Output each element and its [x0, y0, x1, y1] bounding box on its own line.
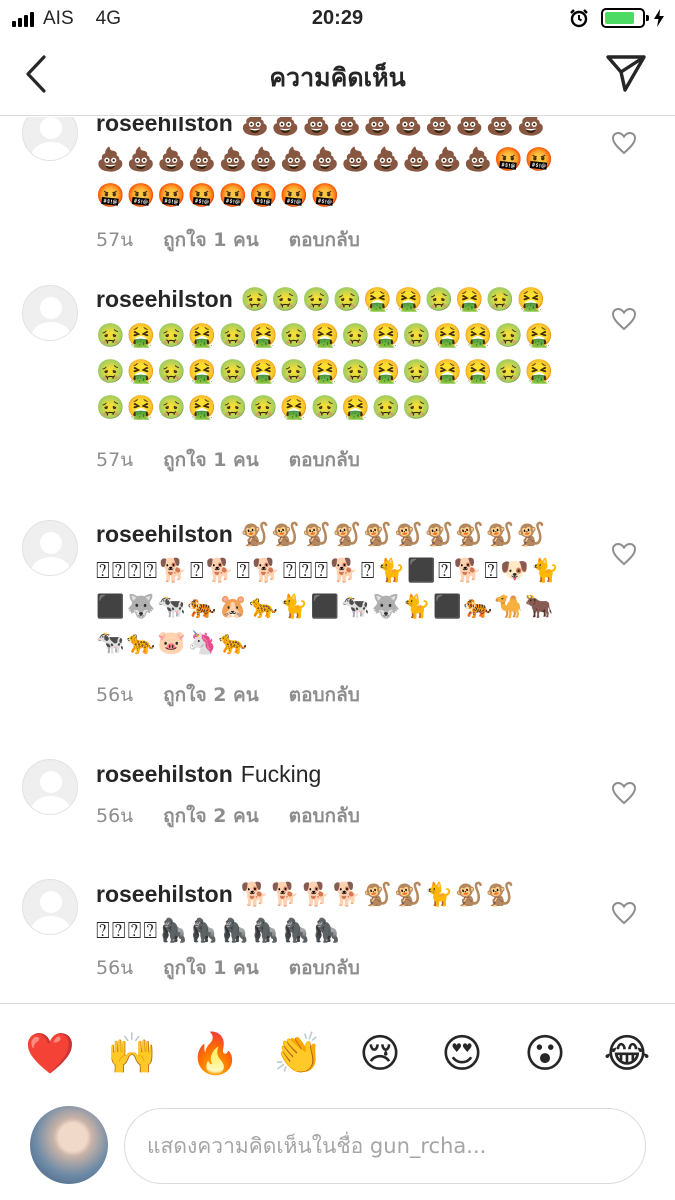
- tears-of-joy-emoji-button[interactable]: 😂: [603, 1030, 651, 1078]
- charging-icon: [654, 9, 664, 27]
- comment-meta: 57น ถูกใจ 1 คน ตอบกลับ: [96, 225, 390, 255]
- status-bar: AIS 4G 20:29: [0, 0, 675, 36]
- comment-item: roseehilston 💩💩💩💩💩💩💩💩💩💩💩💩💩💩💩💩💩💩💩💩💩💩💩🤬🤬🤬🤬🤬…: [0, 117, 675, 255]
- emoji-quick-bar: ❤️ 🙌 🔥 👏 😢 😍 😮 😂: [0, 1003, 675, 1098]
- reply-button[interactable]: ตอบกลับ: [289, 445, 360, 475]
- raising-hands-emoji-button[interactable]: 🙌: [107, 1030, 157, 1078]
- comment-text: roseehilston 🐒🐒🐒🐒🐒🐒🐒🐒🐒🐒⍰⍰⍰⍰🐕⍰🐕⍰🐕⍰⍰⍰🐕⍰🐈⬛⍰🐕…: [96, 516, 576, 660]
- comment-list[interactable]: roseehilston 💩💩💩💩💩💩💩💩💩💩💩💩💩💩💩💩💩💩💩💩💩💩💩🤬🤬🤬🤬🤬…: [0, 117, 675, 1002]
- reply-button[interactable]: ตอบกลับ: [289, 680, 360, 710]
- avatar[interactable]: [22, 759, 78, 815]
- comment-item: roseehilston Fucking 56น ถูกใจ 2 คน ตอบกล…: [0, 759, 675, 839]
- comment-likes[interactable]: ถูกใจ 2 คน: [163, 801, 259, 831]
- comment-time: 56น: [96, 957, 134, 979]
- heart-eyes-emoji-button[interactable]: 😍: [438, 1030, 486, 1078]
- alarm-icon: [570, 9, 588, 28]
- comment-item: roseehilston 🐕🐕🐕🐕🐒🐒🐈🐒🐒⍰⍰⍰⍰🦍🦍🦍🦍🦍🦍 56น ถูกใ…: [0, 879, 675, 999]
- battery-icon: [601, 8, 649, 28]
- comment-username[interactable]: roseehilston: [96, 521, 233, 547]
- comment-meta: 56น ถูกใจ 1 คน ตอบกลับ: [96, 953, 390, 983]
- page-title: ความคิดเห็น: [269, 63, 406, 92]
- comment-composer: [0, 1098, 675, 1200]
- comment-username[interactable]: roseehilston: [96, 286, 233, 312]
- battery-level: [605, 12, 634, 24]
- comment-item: roseehilston 🤢🤢🤢🤢🤮🤮🤢🤮🤢🤮🤢🤮🤢🤮🤢🤮🤢🤮🤢🤮🤢🤮🤮🤢🤮🤢🤮🤢…: [0, 285, 675, 485]
- comment-time: 56น: [96, 684, 134, 706]
- avatar[interactable]: [22, 117, 78, 161]
- comment-meta: 56น ถูกใจ 2 คน ตอบกลับ: [96, 680, 390, 710]
- fire-emoji-button[interactable]: 🔥: [190, 1030, 240, 1078]
- heart-icon[interactable]: [611, 901, 637, 925]
- comment-username[interactable]: roseehilston: [96, 761, 233, 787]
- paper-plane-icon[interactable]: [605, 52, 647, 94]
- comment-time: 57น: [96, 229, 134, 251]
- comment-username[interactable]: roseehilston: [96, 117, 233, 136]
- clapping-hands-emoji-button[interactable]: 👏: [273, 1030, 323, 1078]
- comment-meta: 56น ถูกใจ 2 คน ตอบกลับ: [96, 801, 390, 831]
- comment-time: 56น: [96, 805, 134, 827]
- avatar[interactable]: [22, 879, 78, 935]
- current-user-avatar: [30, 1106, 108, 1184]
- comment-body: Fucking: [240, 761, 322, 787]
- nav-bar: ความคิดเห็น: [0, 36, 675, 116]
- comment-likes[interactable]: ถูกใจ 1 คน: [163, 445, 259, 475]
- comment-time: 57น: [96, 449, 134, 471]
- comment-text: roseehilston Fucking: [96, 756, 576, 792]
- heart-icon[interactable]: [611, 131, 637, 155]
- heart-icon[interactable]: [611, 307, 637, 331]
- comment-likes[interactable]: ถูกใจ 2 คน: [163, 680, 259, 710]
- comment-username[interactable]: roseehilston: [96, 881, 233, 907]
- reply-button[interactable]: ตอบกลับ: [289, 225, 360, 255]
- comment-input[interactable]: [124, 1108, 646, 1184]
- comment-likes[interactable]: ถูกใจ 1 คน: [163, 225, 259, 255]
- comment-meta: 57น ถูกใจ 1 คน ตอบกลับ: [96, 445, 390, 475]
- comment-likes[interactable]: ถูกใจ 1 คน: [163, 953, 259, 983]
- crying-face-emoji-button[interactable]: 😢: [356, 1030, 404, 1078]
- avatar[interactable]: [22, 520, 78, 576]
- red-heart-emoji-button[interactable]: ❤️: [25, 1030, 75, 1078]
- comment-text: roseehilston 🐕🐕🐕🐕🐒🐒🐈🐒🐒⍰⍰⍰⍰🦍🦍🦍🦍🦍🦍: [96, 876, 576, 948]
- surprised-face-emoji-button[interactable]: 😮: [521, 1030, 569, 1078]
- comment-item: roseehilston 🐒🐒🐒🐒🐒🐒🐒🐒🐒🐒⍰⍰⍰⍰🐕⍰🐕⍰🐕⍰⍰⍰🐕⍰🐈⬛⍰🐕…: [0, 520, 675, 720]
- comment-text: roseehilston 💩💩💩💩💩💩💩💩💩💩💩💩💩💩💩💩💩💩💩💩💩💩💩🤬🤬🤬🤬🤬…: [96, 117, 576, 213]
- comment-text: roseehilston 🤢🤢🤢🤢🤮🤮🤢🤮🤢🤮🤢🤮🤢🤮🤢🤮🤢🤮🤢🤮🤢🤮🤮🤢🤮🤢🤮🤢…: [96, 281, 576, 425]
- heart-icon[interactable]: [611, 781, 637, 805]
- reply-button[interactable]: ตอบกลับ: [289, 801, 360, 831]
- heart-icon[interactable]: [611, 542, 637, 566]
- reply-button[interactable]: ตอบกลับ: [289, 953, 360, 983]
- avatar[interactable]: [22, 285, 78, 341]
